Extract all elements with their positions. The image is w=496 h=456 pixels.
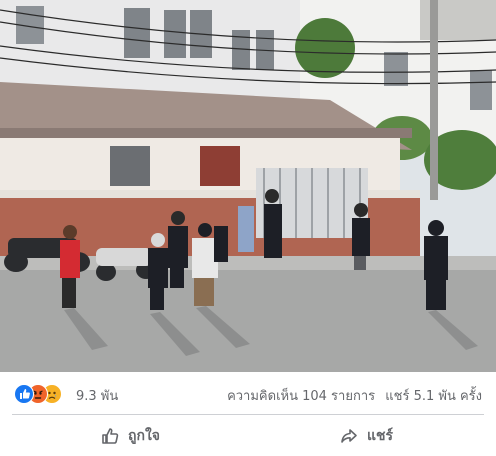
share-icon (341, 429, 357, 443)
reaction-icons[interactable] (14, 384, 76, 404)
post-card: 9.3 พัน ความคิดเห็น 104 รายการ แชร์ 5.1 … (0, 0, 496, 456)
thumbs-up-icon (102, 428, 119, 444)
reaction-count[interactable]: 9.3 พัน (76, 385, 118, 406)
like-icon (14, 384, 34, 404)
like-label: ถูกใจ (128, 428, 160, 444)
actions-bar: ถูกใจ แชร์ (0, 416, 496, 456)
like-button[interactable]: ถูกใจ (12, 420, 248, 452)
engagement-stats: ความคิดเห็น 104 รายการ แชร์ 5.1 พัน ครั้… (221, 385, 482, 406)
reactions-bar: 9.3 พัน ความคิดเห็น 104 รายการ แชร์ 5.1 … (0, 376, 496, 412)
share-label: แชร์ (366, 428, 394, 444)
divider (12, 414, 484, 415)
share-count[interactable]: แชร์ 5.1 พัน ครั้ง (385, 389, 482, 404)
post-photo[interactable] (0, 0, 496, 372)
share-button[interactable]: แชร์ (248, 420, 484, 452)
comment-count[interactable]: ความคิดเห็น 104 รายการ (227, 389, 375, 404)
